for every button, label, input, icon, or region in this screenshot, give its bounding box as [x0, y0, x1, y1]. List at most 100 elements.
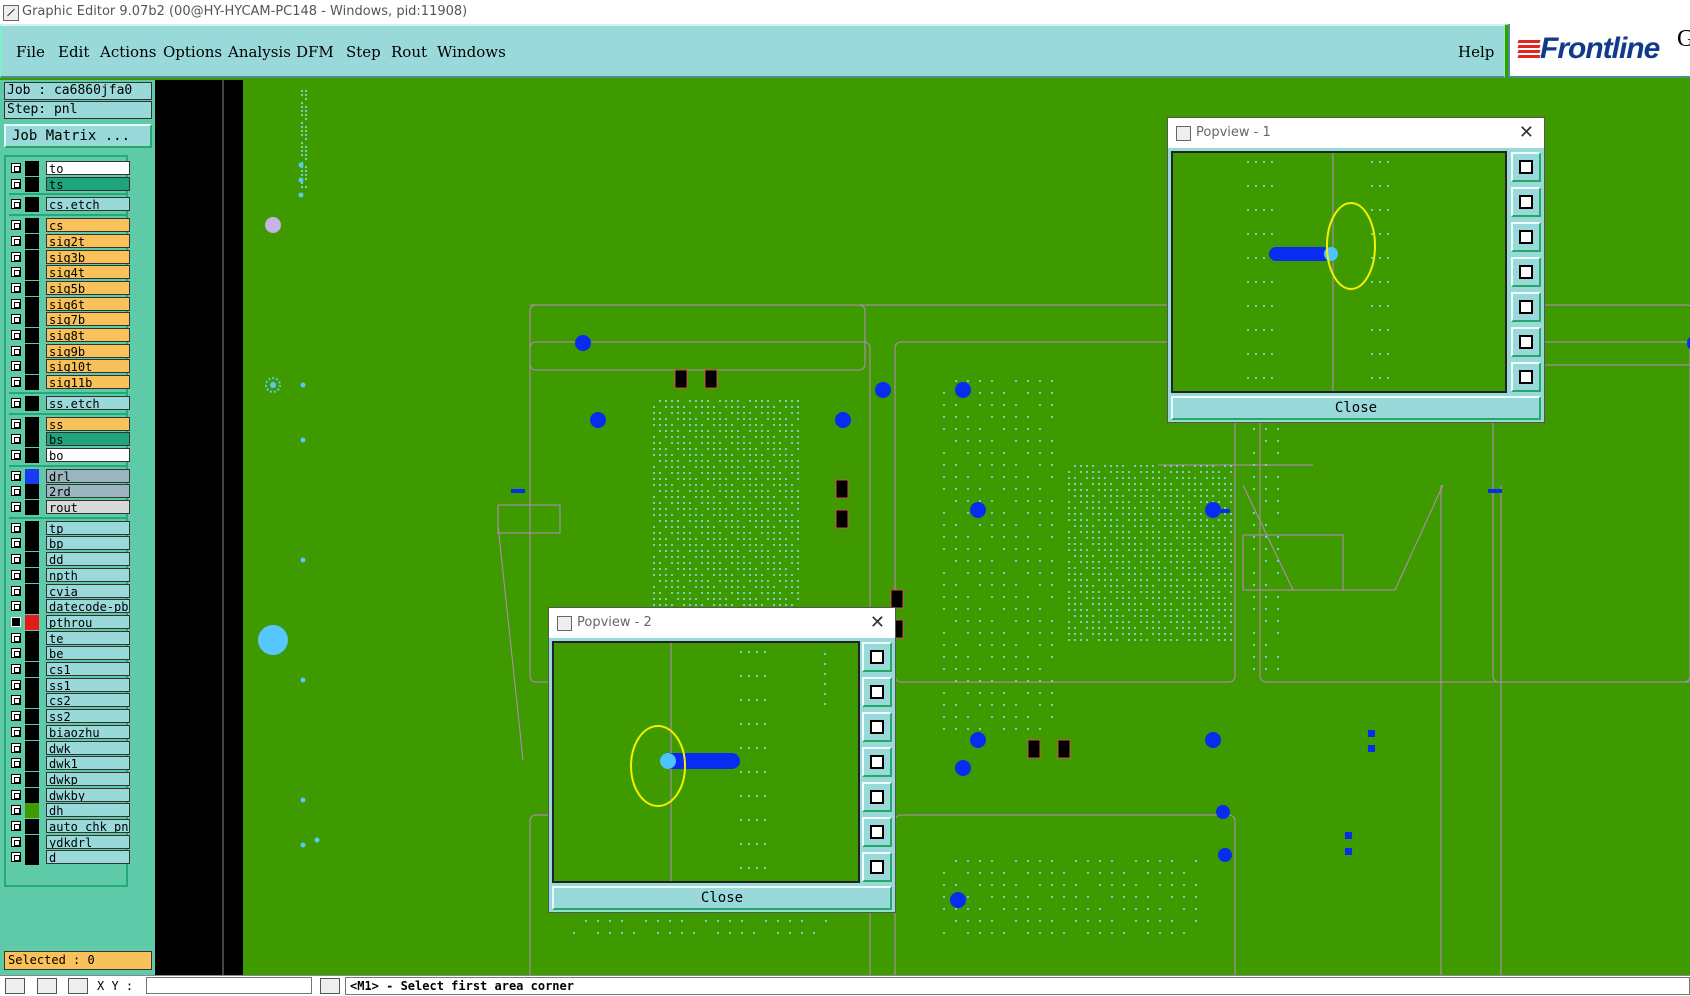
layer-color-swatch[interactable]: [25, 484, 39, 500]
layer-color-swatch[interactable]: [25, 520, 39, 536]
layer-color-swatch[interactable]: [25, 567, 39, 583]
layer-name[interactable]: d: [46, 850, 130, 865]
layer-name[interactable]: npth: [46, 567, 130, 582]
layer-row[interactable]: to: [9, 161, 130, 176]
layer-name[interactable]: tp: [46, 520, 130, 535]
popview-2-close-button[interactable]: Close: [552, 886, 892, 910]
layer-name[interactable]: dd: [46, 552, 130, 567]
layer-color-swatch[interactable]: [25, 662, 39, 677]
layer-color-swatch[interactable]: [25, 552, 39, 568]
pan-right-icon[interactable]: [862, 782, 892, 812]
menu-actions[interactable]: Actions: [100, 43, 156, 61]
layer-checkbox[interactable]: [11, 836, 21, 847]
layer-color-swatch[interactable]: [25, 536, 39, 552]
pointer-tool-icon[interactable]: [37, 978, 57, 994]
layer-checkbox[interactable]: [11, 486, 21, 497]
layer-name[interactable]: biaozhu: [46, 724, 130, 739]
layer-row[interactable]: drl: [9, 468, 130, 484]
layer-color-swatch[interactable]: [25, 740, 39, 756]
layer-checkbox[interactable]: [11, 298, 21, 309]
popview-1-view[interactable]: [1171, 151, 1507, 393]
menu-help[interactable]: Help: [1458, 43, 1494, 61]
layer-checkbox[interactable]: [11, 773, 21, 784]
layer-row[interactable]: cs.etch: [9, 197, 130, 213]
close-icon[interactable]: ✕: [1519, 118, 1534, 148]
menu-windows[interactable]: Windows: [437, 43, 506, 61]
layer-name[interactable]: 2rd: [46, 484, 130, 499]
layer-checkbox[interactable]: [11, 178, 21, 189]
layer-checkbox[interactable]: [11, 163, 21, 173]
zoom-window-icon[interactable]: [1511, 152, 1541, 182]
mode-toggle-icon[interactable]: [320, 978, 340, 994]
layer-name[interactable]: ss2: [46, 709, 130, 724]
layer-color-swatch[interactable]: [25, 176, 39, 192]
layer-color-swatch[interactable]: [25, 233, 39, 249]
layer-checkbox[interactable]: [11, 726, 21, 737]
pan-up-icon[interactable]: [862, 677, 892, 707]
layer-checkbox[interactable]: [11, 418, 21, 429]
layer-name[interactable]: sig5b: [46, 280, 130, 295]
job-matrix-button[interactable]: Job Matrix ...: [4, 124, 152, 148]
layer-name[interactable]: dwkby: [46, 787, 130, 802]
layer-color-swatch[interactable]: [25, 787, 39, 803]
menu-rout[interactable]: Rout: [391, 43, 427, 61]
menu-file[interactable]: File: [16, 43, 45, 61]
pan-down-icon[interactable]: [1511, 222, 1541, 252]
layer-color-swatch[interactable]: [25, 756, 39, 772]
layer-checkbox[interactable]: [11, 345, 21, 356]
layer-color-swatch[interactable]: [25, 771, 39, 787]
layer-name[interactable]: drl: [46, 468, 130, 483]
layer-name[interactable]: rout: [46, 500, 130, 514]
layer-row[interactable]: biaozhu: [9, 724, 130, 740]
layer-checkbox[interactable]: [11, 585, 21, 596]
layer-checkbox[interactable]: [11, 852, 21, 863]
layer-checkbox[interactable]: [11, 601, 21, 612]
layer-color-swatch[interactable]: [25, 819, 39, 834]
layer-color-swatch[interactable]: [25, 395, 39, 411]
layer-checkbox[interactable]: [11, 632, 21, 643]
layer-row[interactable]: ydkdrl: [9, 834, 130, 850]
layer-name[interactable]: cvia: [46, 583, 130, 598]
layer-name[interactable]: te: [46, 630, 130, 645]
layer-color-swatch[interactable]: [25, 296, 39, 312]
layer-row[interactable]: be: [9, 646, 130, 662]
layer-checkbox[interactable]: [11, 554, 21, 565]
layer-name[interactable]: bo: [46, 447, 130, 462]
layer-color-swatch[interactable]: [25, 161, 39, 176]
layer-name[interactable]: ss1: [46, 677, 130, 692]
layer-color-swatch[interactable]: [25, 249, 39, 265]
layer-row[interactable]: pthrou: [9, 614, 130, 630]
layer-row[interactable]: sig6t: [9, 296, 130, 312]
layer-checkbox[interactable]: [11, 199, 21, 210]
layer-checkbox[interactable]: [11, 330, 21, 340]
layer-checkbox[interactable]: [11, 805, 21, 816]
layer-checkbox[interactable]: [11, 522, 21, 533]
pan-up-icon[interactable]: [1511, 187, 1541, 217]
layer-name[interactable]: dwk1: [46, 756, 130, 771]
layer-name[interactable]: bp: [46, 536, 130, 551]
layer-row[interactable]: ss1: [9, 677, 130, 693]
layer-color-swatch[interactable]: [25, 312, 39, 328]
layer-color-swatch[interactable]: [25, 693, 39, 709]
layer-name[interactable]: pthrou: [46, 614, 130, 629]
layer-name[interactable]: sig4t: [46, 265, 130, 280]
layer-row[interactable]: sig9b: [9, 343, 130, 359]
layer-row[interactable]: dwkby: [9, 787, 130, 803]
layer-checkbox[interactable]: [11, 789, 21, 800]
layer-color-swatch[interactable]: [25, 583, 39, 599]
layer-checkbox[interactable]: [11, 758, 21, 769]
popview-1-close-button[interactable]: Close: [1171, 396, 1541, 420]
layer-row[interactable]: ss2: [9, 709, 130, 725]
menu-options[interactable]: Options: [163, 43, 222, 61]
layer-color-swatch[interactable]: [25, 614, 39, 630]
layer-row[interactable]: cs2: [9, 693, 130, 709]
layer-color-swatch[interactable]: [25, 280, 39, 296]
zoom-out-icon[interactable]: [1511, 362, 1541, 392]
layer-checkbox[interactable]: [11, 251, 21, 262]
layer-checkbox[interactable]: [11, 502, 21, 512]
layer-color-swatch[interactable]: [25, 218, 39, 234]
layer-name[interactable]: cs2: [46, 693, 130, 708]
layer-name[interactable]: be: [46, 646, 130, 661]
layer-name[interactable]: ts: [46, 176, 130, 191]
layer-color-swatch[interactable]: [25, 265, 39, 281]
